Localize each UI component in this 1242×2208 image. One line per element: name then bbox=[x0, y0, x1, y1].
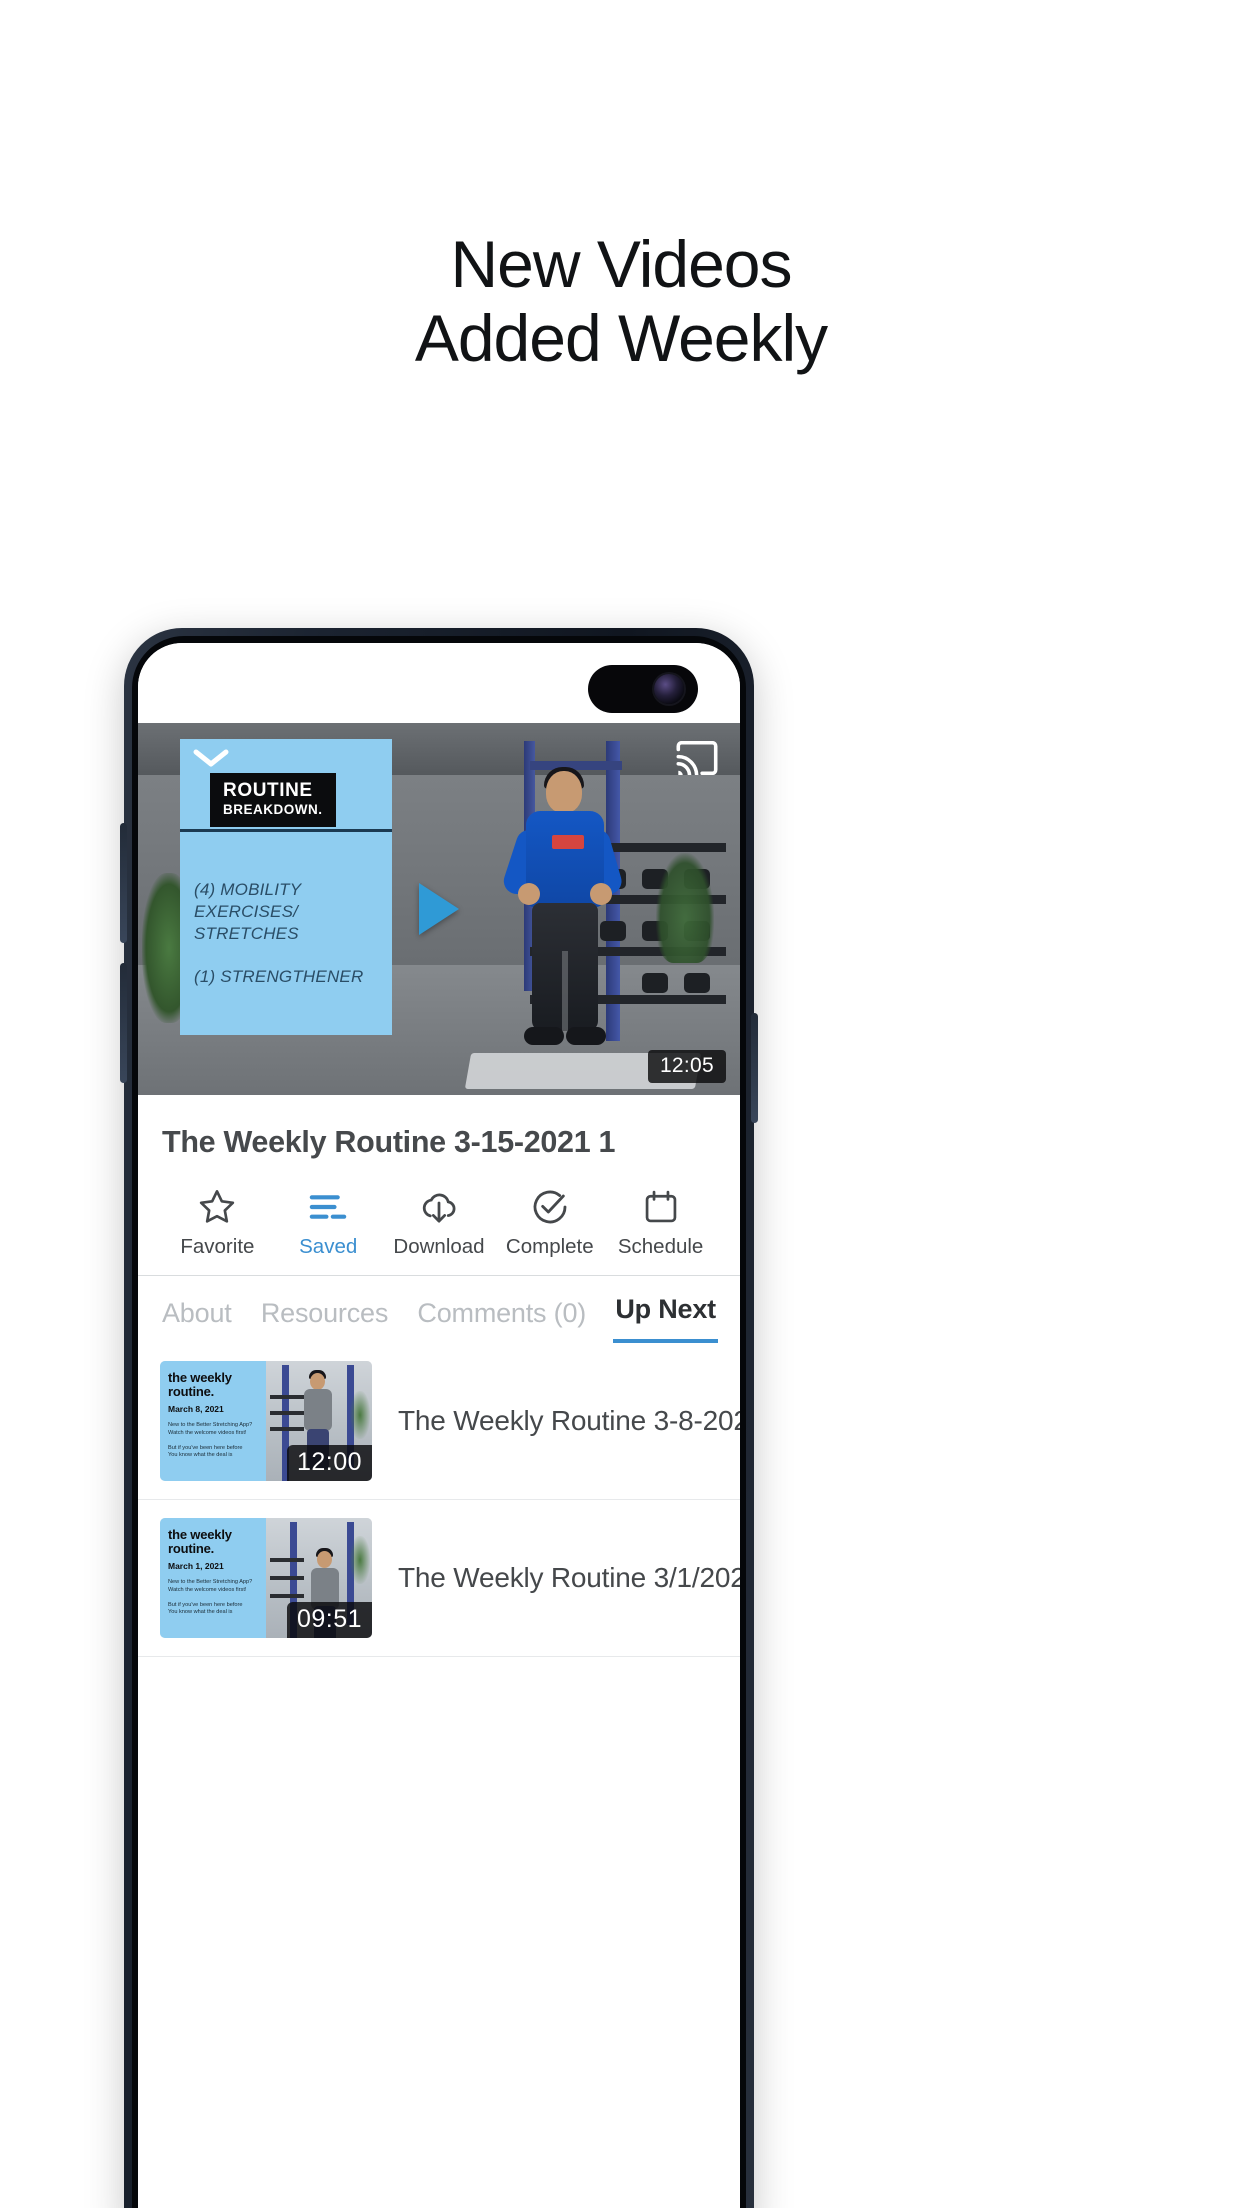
star-icon bbox=[162, 1186, 273, 1228]
thumbnail-slide: the weekly routine. March 8, 2021 New to… bbox=[160, 1361, 266, 1481]
content-tabs: About Resources Comments (0) Up Next bbox=[138, 1275, 740, 1343]
headline-line-2: Added Weekly bbox=[414, 300, 828, 375]
promo-screenshot: New Videos Added Weekly ROUTINE BREAKDOW… bbox=[0, 0, 1242, 2208]
tab-comments[interactable]: Comments (0) bbox=[415, 1288, 588, 1343]
tab-up-next[interactable]: Up Next bbox=[613, 1284, 718, 1343]
calendar-icon bbox=[605, 1186, 716, 1228]
schedule-button[interactable]: Schedule bbox=[605, 1186, 716, 1259]
volume-up-button[interactable] bbox=[120, 823, 127, 943]
front-camera-icon bbox=[588, 665, 698, 713]
list-item-title: The Weekly Routine 3/1/2021 bbox=[398, 1562, 740, 1593]
video-player[interactable]: ROUTINE BREAKDOWN. (4) MOBILITY EXERCISE… bbox=[138, 723, 740, 1095]
thumbnail-brand: the weekly routine. bbox=[168, 1527, 232, 1556]
video-thumbnail[interactable]: the weekly routine. March 1, 2021 New to… bbox=[160, 1518, 372, 1638]
video-background-plant bbox=[656, 853, 714, 963]
slide-body-item: (4) MOBILITY EXERCISES/ STRETCHES bbox=[194, 880, 302, 943]
download-label: Download bbox=[393, 1235, 485, 1258]
thumbnail-duration: 09:51 bbox=[286, 1602, 372, 1638]
slide-body: (4) MOBILITY EXERCISES/ STRETCHES (1) ST… bbox=[194, 879, 382, 988]
camera-lens-icon bbox=[654, 674, 684, 704]
phone-device-mockup: ROUTINE BREAKDOWN. (4) MOBILITY EXERCISE… bbox=[120, 628, 758, 2208]
cloud-download-icon bbox=[384, 1186, 495, 1228]
video-action-bar: Favorite Saved Download Complete Schedul… bbox=[138, 1160, 740, 1275]
list-item[interactable]: the weekly routine. March 8, 2021 New to… bbox=[138, 1343, 740, 1500]
video-background-dumbbell bbox=[684, 973, 710, 993]
thumbnail-note: New to the Better Stretching App? Watch … bbox=[168, 1579, 253, 1616]
phone-screen: ROUTINE BREAKDOWN. (4) MOBILITY EXERCISE… bbox=[138, 643, 740, 2208]
video-background-instructor bbox=[500, 767, 625, 1071]
list-item[interactable]: the weekly routine. March 1, 2021 New to… bbox=[138, 1500, 740, 1657]
volume-down-button[interactable] bbox=[120, 963, 127, 1083]
list-item-title: The Weekly Routine 3-8-2021 bbox=[398, 1405, 740, 1436]
check-circle-icon bbox=[494, 1186, 605, 1228]
slide-title-line-1: ROUTINE bbox=[223, 780, 313, 801]
complete-button[interactable]: Complete bbox=[494, 1186, 605, 1259]
cast-icon[interactable] bbox=[676, 741, 718, 775]
video-duration-badge: 12:05 bbox=[647, 1050, 726, 1083]
slide-divider bbox=[180, 829, 392, 832]
thumbnail-date: March 1, 2021 bbox=[168, 1561, 224, 1572]
routine-breakdown-slide: ROUTINE BREAKDOWN. (4) MOBILITY EXERCISE… bbox=[180, 739, 392, 1035]
saved-label: Saved bbox=[299, 1235, 358, 1258]
thumbnail-slide: the weekly routine. March 1, 2021 New to… bbox=[160, 1518, 266, 1638]
power-button[interactable] bbox=[751, 1013, 758, 1123]
status-bar bbox=[138, 643, 740, 723]
favorite-label: Favorite bbox=[180, 1235, 255, 1258]
complete-label: Complete bbox=[505, 1235, 594, 1258]
video-title: The Weekly Routine 3-15-2021 1 bbox=[162, 1125, 616, 1159]
slide-title-line-2: BREAKDOWN. bbox=[223, 802, 323, 817]
thumbnail-date: March 8, 2021 bbox=[168, 1404, 224, 1415]
playlist-icon bbox=[273, 1186, 384, 1228]
tab-resources[interactable]: Resources bbox=[259, 1288, 390, 1343]
video-background-barbell bbox=[530, 761, 622, 770]
saved-button[interactable]: Saved bbox=[273, 1186, 384, 1259]
favorite-button[interactable]: Favorite bbox=[162, 1186, 273, 1259]
download-button[interactable]: Download bbox=[384, 1186, 495, 1259]
schedule-label: Schedule bbox=[617, 1235, 704, 1258]
page-title: New Videos Added Weekly bbox=[0, 227, 1242, 376]
thumbnail-duration: 12:00 bbox=[286, 1445, 372, 1481]
headline-line-1: New Videos bbox=[450, 227, 793, 301]
thumbnail-note: New to the Better Stretching App? Watch … bbox=[168, 1422, 253, 1459]
slide-body-item: (1) STRENGTHENER bbox=[194, 967, 364, 987]
video-thumbnail[interactable]: the weekly routine. March 8, 2021 New to… bbox=[160, 1361, 372, 1481]
video-background-dumbbell bbox=[642, 973, 668, 993]
slide-title-badge: ROUTINE BREAKDOWN. bbox=[210, 773, 336, 828]
up-next-list: the weekly routine. March 8, 2021 New to… bbox=[138, 1343, 740, 1657]
tab-about[interactable]: About bbox=[160, 1288, 234, 1343]
chevron-down-icon[interactable] bbox=[192, 747, 230, 769]
play-icon[interactable] bbox=[419, 883, 459, 935]
thumbnail-brand: the weekly routine. bbox=[168, 1370, 232, 1399]
